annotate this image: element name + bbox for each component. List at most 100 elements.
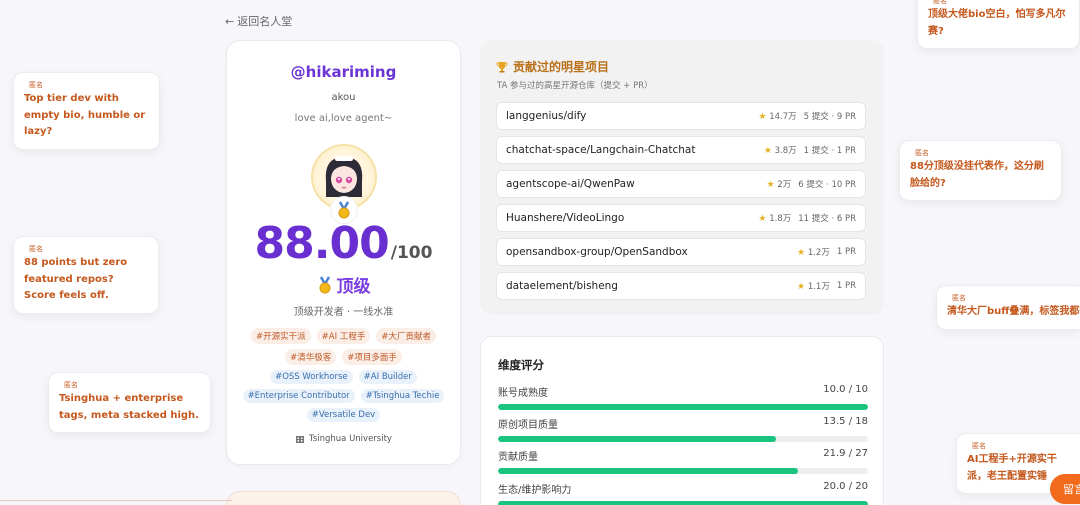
tag: #Versatile Dev — [306, 408, 381, 422]
leave-comment-button[interactable]: 留言 — [1050, 474, 1080, 504]
tag: #Tsinghua Techie — [360, 389, 445, 403]
gold-medal-badge — [329, 196, 358, 224]
star-icon: ★ — [766, 180, 775, 190]
tag: #项目多面手 — [342, 349, 402, 365]
progress-fill — [498, 404, 868, 410]
profile-handle: @hikariming — [290, 63, 397, 81]
comment-text: 顶级大佬bio空白，怕写多凡尔赛? — [928, 9, 1066, 37]
school-info: Tsinghua University — [295, 434, 392, 444]
comment-bubble[interactable]: 匿名 顶级大佬bio空白，怕写多凡尔赛? — [917, 0, 1080, 50]
dimension-label: 生态/维护影响力 — [498, 485, 572, 496]
repo-stats: 11 提交 · 6 PR — [798, 214, 856, 224]
tag: #开源实干派 — [251, 328, 311, 344]
progress-fill — [498, 501, 868, 505]
gold-medal-icon — [319, 275, 330, 293]
tag: #AI Builder — [358, 370, 417, 384]
comment-text: 清华大厂buff叠满，标签我都想抄 — [947, 306, 1080, 318]
repo-stats: 5 提交 · 9 PR — [803, 112, 856, 122]
arrow-left-icon: ← — [225, 14, 235, 28]
star-icon: ★ — [797, 282, 806, 292]
comment-bubble[interactable]: 匿名 88分顶级没挂代表作，这分刷脸给的? — [899, 140, 1062, 202]
comment-author: 匿名 — [29, 245, 43, 253]
repo-stats: 1 PR — [836, 247, 856, 257]
repo-row[interactable]: langgenius/dify ★ 14.7万 5 提交 · 9 PR — [496, 102, 866, 130]
back-link-label: 返回名人堂 — [237, 15, 293, 28]
tag: #Enterprise Contributor — [242, 389, 355, 403]
repo-name: Huanshere/VideoLingo — [506, 212, 625, 224]
repo-name: langgenius/dify — [506, 110, 587, 122]
dimension-score: 10.0 / 10 — [823, 384, 868, 395]
star-icon: ★ — [763, 146, 772, 156]
tag: #大厂贡献者 — [376, 328, 436, 344]
repo-stats: 1 提交 · 1 PR — [803, 146, 856, 156]
comment-bubble[interactable]: 匿名 清华大厂buff叠满，标签我都想抄 — [936, 285, 1080, 330]
progress-bar — [498, 436, 868, 442]
repo-name: agentscope-ai/QwenPaw — [506, 178, 635, 190]
dimension-score: 13.5 / 18 — [823, 416, 868, 427]
dimension-label: 贡献质量 — [498, 452, 538, 463]
secondary-card — [226, 491, 461, 505]
profile-display-name: akou — [331, 92, 356, 103]
progress-bar — [498, 468, 868, 474]
tag: #AI 工程手 — [316, 328, 371, 344]
comment-author: 匿名 — [64, 381, 78, 389]
repo-row[interactable]: chatchat-space/Langchain-Chatchat ★ 3.8万… — [496, 136, 866, 164]
comment-text: Tsinghua + enterprise tags, meta stacked… — [59, 393, 199, 421]
projects-subtitle: TA 参与过的高星开源仓库（提交 + PR） — [497, 81, 653, 91]
back-to-hall-link[interactable]: ← 返回名人堂 — [225, 13, 292, 29]
star-icon: ★ — [758, 214, 767, 224]
dimension-row: 生态/维护影响力 20.0 / 20 — [498, 481, 868, 505]
dimension-label: 原创项目质量 — [498, 420, 558, 431]
comment-author: 匿名 — [952, 294, 966, 302]
dimension-row: 账号成熟度 10.0 / 10 — [498, 384, 868, 410]
avatar — [310, 144, 377, 224]
dimension-row: 贡献质量 21.9 / 27 — [498, 448, 868, 474]
tier-text: 顶级 — [336, 277, 371, 297]
repo-row[interactable]: agentscope-ai/QwenPaw ★ 2万 6 提交 · 10 PR — [496, 170, 866, 198]
comment-bubble[interactable]: 匿名 88 points but zero featured repos? Sc… — [13, 236, 159, 314]
profile-card: @hikariming akou love ai,love agent~ 88.… — [226, 40, 461, 465]
dimension-row: 原创项目质量 13.5 / 18 — [498, 416, 868, 442]
comment-author: 匿名 — [972, 442, 986, 450]
repo-stars: 1.1万 — [807, 282, 830, 292]
comment-bubble[interactable]: 匿名 Tsinghua + enterprise tags, meta stac… — [48, 372, 211, 434]
featured-projects-card: 贡献过的明星项目 TA 参与过的高星开源仓库（提交 + PR） langgeni… — [480, 40, 884, 315]
repo-stars: 3.8万 — [774, 146, 797, 156]
repo-name: dataelement/bisheng — [506, 280, 618, 292]
comment-bubble[interactable]: 匿名 Top tier dev with empty bio, humble o… — [13, 72, 160, 150]
comment-author: 匿名 — [29, 81, 43, 89]
comment-text: AI工程手+开源实干派，老王配置实锤 — [967, 454, 1057, 482]
tag: #清华极客 — [285, 349, 337, 365]
dimension-score: 20.0 / 20 — [823, 481, 868, 492]
profile-bio: love ai,love agent~ — [294, 113, 393, 124]
progress-bar — [498, 501, 868, 505]
comment-author: 匿名 — [933, 0, 947, 5]
comment-text: 88 points but zero featured repos? Score… — [24, 257, 128, 302]
score-max: /100 — [390, 243, 433, 263]
repo-name: chatchat-space/Langchain-Chatchat — [506, 144, 696, 156]
comment-author: 匿名 — [915, 149, 929, 157]
projects-title-text: 贡献过的明星项目 — [513, 60, 610, 74]
repo-stars: 14.7万 — [769, 112, 797, 122]
progress-bar — [498, 404, 868, 410]
dimension-scores-title: 维度评分 — [498, 358, 544, 372]
comment-text: Top tier dev with empty bio, humble or l… — [24, 93, 146, 138]
repo-stars: 1.2万 — [807, 248, 830, 258]
repo-row[interactable]: Huanshere/VideoLingo ★ 1.8万 11 提交 · 6 PR — [496, 204, 866, 232]
progress-fill — [498, 468, 799, 474]
repo-row[interactable]: opensandbox-group/OpenSandbox ★ 1.2万 1 PR — [496, 238, 866, 266]
repo-stats: 6 提交 · 10 PR — [798, 180, 856, 190]
repo-stars: 2万 — [777, 180, 792, 190]
tag: #OSS Workhorse — [270, 370, 353, 384]
dimension-label: 账号成熟度 — [498, 388, 548, 399]
tag-list: #开源实干派 #AI 工程手 #大厂贡献者 #清华极客 #项目多面手 #OSS … — [241, 328, 446, 422]
projects-title: 贡献过的明星项目 — [496, 58, 609, 75]
tier-description: 顶级开发者 · 一线水准 — [293, 307, 394, 318]
building-icon — [296, 436, 305, 443]
comment-text: 88分顶级没挂代表作，这分刷脸给的? — [910, 161, 1044, 189]
repo-stats: 1 PR — [836, 281, 856, 291]
school-name: Tsinghua University — [309, 434, 392, 444]
score-display: 88.00 /100 — [255, 222, 433, 266]
tier-label: 顶级 — [317, 272, 371, 297]
repo-row[interactable]: dataelement/bisheng ★ 1.1万 1 PR — [496, 272, 866, 300]
